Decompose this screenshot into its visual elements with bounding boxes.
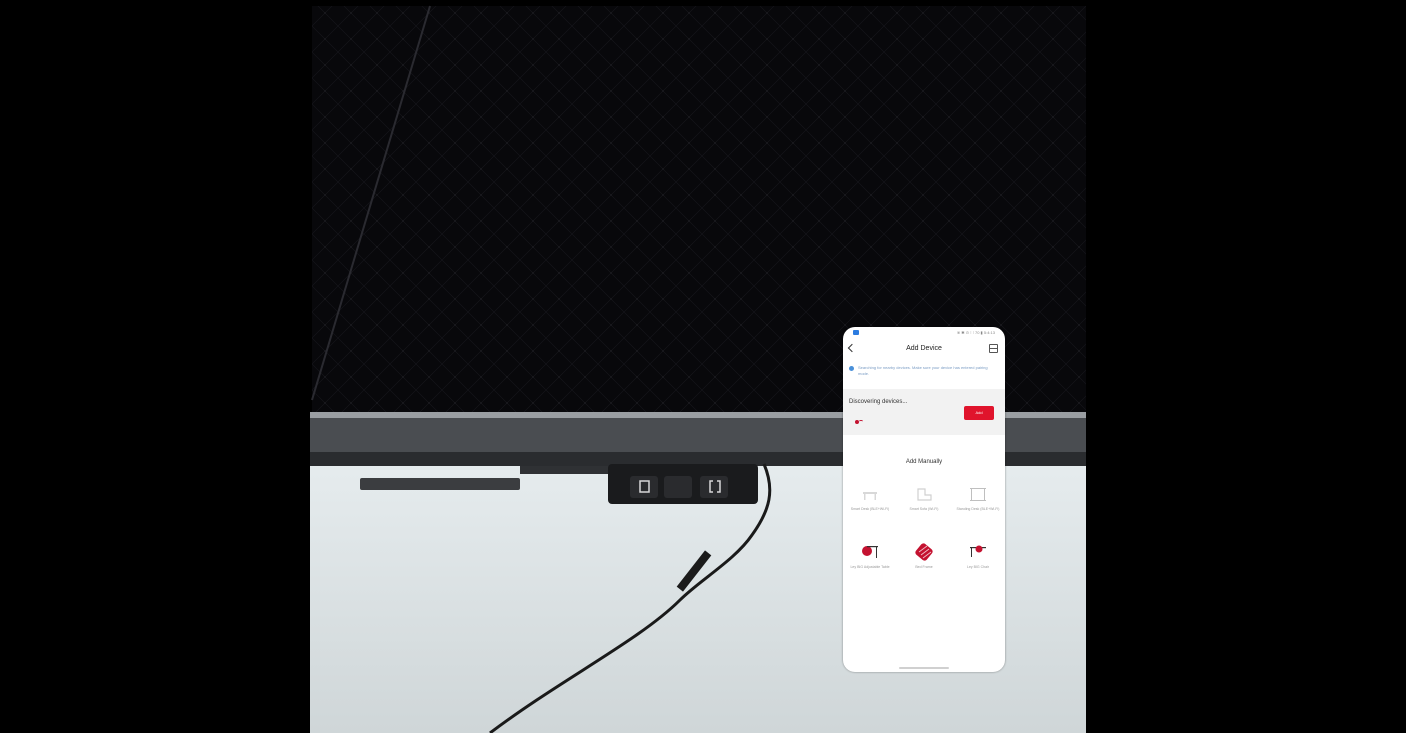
video-frame: [0, 0, 1406, 733]
discover-card: Discovering devices... Add: [843, 389, 1005, 435]
notice-text[interactable]: Searching for nearby devices. Make sure …: [858, 365, 996, 377]
discover-label: Discovering devices...: [849, 399, 908, 405]
adjustable-table-icon: [862, 546, 878, 558]
status-indicators: ※ ✱ ⊙ ⁝ ⁝ 70 ▮ 5:4:13: [956, 330, 995, 335]
desk-scene: [310, 5, 1086, 733]
device-tile-bed-frame[interactable]: Bed Frame: [897, 543, 951, 593]
info-icon: [849, 366, 854, 371]
desk-control-panel: [608, 464, 758, 504]
phone-screen: ※ ✱ ⊙ ⁝ ⁝ 70 ▮ 5:4:13 Add Device Searchi…: [843, 327, 1005, 672]
scan-icon[interactable]: [989, 344, 998, 353]
app-indicator-icon: [853, 330, 859, 335]
header: Add Device: [843, 341, 1005, 357]
desk-icon: [863, 492, 877, 500]
add-button[interactable]: Add: [964, 406, 994, 420]
radar-icon: [855, 420, 863, 424]
sofa-icon: [917, 488, 932, 501]
chair-table-icon: [970, 545, 986, 557]
add-manually-title: Add Manually: [905, 459, 943, 465]
device-tile-smart-sofa[interactable]: Smart Sofa (Wi-Fi): [897, 485, 951, 535]
status-bar: ※ ✱ ⊙ ⁝ ⁝ 70 ▮ 5:4:13: [843, 327, 1005, 339]
device-tile-chair[interactable]: Ley BIG Chair: [951, 543, 1005, 593]
device-tile-smart-desk[interactable]: Smart Desk (BLE+Wi-Fi): [843, 485, 897, 535]
standing-desk-icon: [970, 488, 986, 501]
device-tile-adjustable-table[interactable]: Ley BIG Adjustable Table: [843, 543, 897, 593]
home-indicator: [899, 667, 949, 669]
device-tile-standing-desk[interactable]: Standing Desk (BLE+Wi-Fi): [951, 485, 1005, 535]
page-title: Add Device: [906, 345, 942, 352]
bed-frame-icon: [915, 543, 933, 561]
search-notice: Searching for nearby devices. Make sure …: [849, 365, 999, 385]
